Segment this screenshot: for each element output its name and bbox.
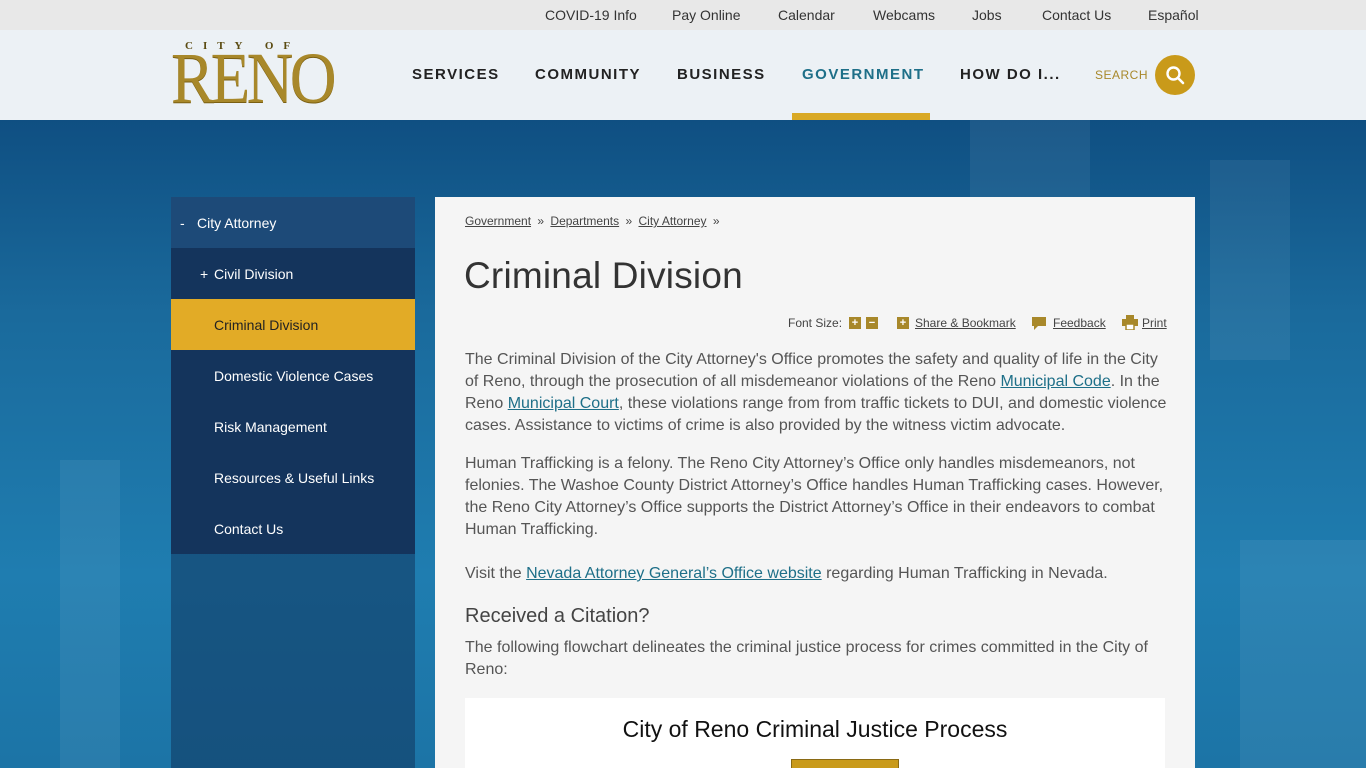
paragraph-text: regarding Human Trafficking in Nevada. [821,565,1108,582]
flowchart-intro-paragraph: The following flowchart delineates the c… [465,639,1148,678]
utility-link-espanol[interactable]: Español [1148,7,1199,23]
sidenav-risk-management[interactable]: Risk Management [171,401,415,452]
breadcrumb-government[interactable]: Government [465,214,531,228]
sidenav-criminal-division[interactable]: Criminal Division [171,299,415,350]
font-decrease-icon[interactable]: − [866,317,878,329]
intro-paragraph: The Criminal Division of the City Attorn… [465,349,1170,437]
sidenav-item-label: Criminal Division [214,316,319,333]
search-button[interactable] [1155,55,1195,95]
page-tools: Font Size: + − + Share & Bookmark Feedba… [435,315,1167,333]
flowchart-title: City of Reno Criminal Justice Process [622,716,1008,742]
visit-ag-paragraph: Visit the Nevada Attorney General’s Offi… [465,563,1170,585]
human-trafficking-paragraph: Human Trafficking is a felony. The Reno … [465,455,1164,538]
sidenav-item-label: Resources & Useful Links [214,469,375,486]
utility-link-jobs[interactable]: Jobs [972,7,1002,23]
utility-link-pay-online[interactable]: Pay Online [672,7,740,23]
breadcrumb-separator: » [537,214,545,228]
background-building [1240,540,1366,768]
collapse-icon: - [180,214,185,231]
sidenav-item-label: City Attorney [197,214,277,231]
page-title: Criminal Division [464,255,743,296]
font-increase-icon[interactable]: + [849,317,861,329]
background-building [1210,160,1290,360]
nav-how-do-i[interactable]: HOW DO I... [960,66,1061,83]
share-bookmark-link[interactable]: Share & Bookmark [915,316,1016,330]
search-label[interactable]: SEARCH [1095,68,1148,82]
sidenav-item-label: Risk Management [214,418,327,435]
sidenav-city-attorney[interactable]: - City Attorney [171,197,415,248]
utility-bar: COVID-19 Info Pay Online Calendar Webcam… [0,0,1366,30]
sidenav-domestic-violence[interactable]: Domestic Violence Cases [171,350,415,401]
sidenav-civil-division[interactable]: + Civil Division [171,248,415,299]
city-of-reno-logo[interactable]: CITY OF RENO [171,38,337,118]
breadcrumb-departments[interactable]: Departments [550,214,619,228]
nav-active-indicator [792,113,930,120]
sidenav-contact-us[interactable]: Contact Us [171,503,415,554]
logo-reno: RENO [171,38,337,118]
municipal-court-link[interactable]: Municipal Court [508,395,619,412]
share-icon: + [897,317,909,329]
nav-community[interactable]: COMMUNITY [535,66,641,83]
feedback-link[interactable]: Feedback [1053,316,1106,330]
utility-link-contact-us[interactable]: Contact Us [1042,7,1111,23]
sidenav-item-label: Domestic Violence Cases [214,367,374,384]
utility-link-covid[interactable]: COVID-19 Info [545,7,637,23]
breadcrumb-separator: » [625,214,633,228]
expand-icon: + [200,265,209,282]
print-link[interactable]: Print [1142,316,1167,330]
background-building [60,460,120,768]
utility-link-webcams[interactable]: Webcams [873,7,935,23]
flowchart-image: City of Reno Criminal Justice Process [465,698,1165,768]
sidenav-item-label: Contact Us [214,520,284,537]
print-icon [1122,315,1138,330]
citation-heading: Received a Citation? [465,605,650,627]
nav-services[interactable]: SERVICES [412,66,500,83]
flowchart-start-box [791,759,899,768]
sidenav-resources[interactable]: Resources & Useful Links [171,452,415,503]
utility-link-calendar[interactable]: Calendar [778,7,835,23]
nav-business[interactable]: BUSINESS [677,66,766,83]
sidenav-item-label: Civil Division [214,265,294,282]
nevada-ag-link[interactable]: Nevada Attorney General’s Office website [526,565,822,582]
main-content: Government » Departments » City Attorney… [435,197,1195,768]
feedback-icon [1032,317,1046,330]
breadcrumb-separator: » [712,214,720,228]
site-header: CITY OF RENO SERVICES COMMUNITY BUSINESS… [0,30,1366,120]
breadcrumb: Government » Departments » City Attorney… [465,214,723,228]
paragraph-text: Visit the [465,565,527,582]
side-navigation: - City Attorney + Civil Division Crimina… [171,197,415,768]
nav-government[interactable]: GOVERNMENT [802,66,925,83]
breadcrumb-city-attorney[interactable]: City Attorney [638,214,706,228]
search-icon [1166,66,1185,85]
municipal-code-link[interactable]: Municipal Code [1000,373,1110,390]
font-size-label: Font Size: [788,316,843,330]
